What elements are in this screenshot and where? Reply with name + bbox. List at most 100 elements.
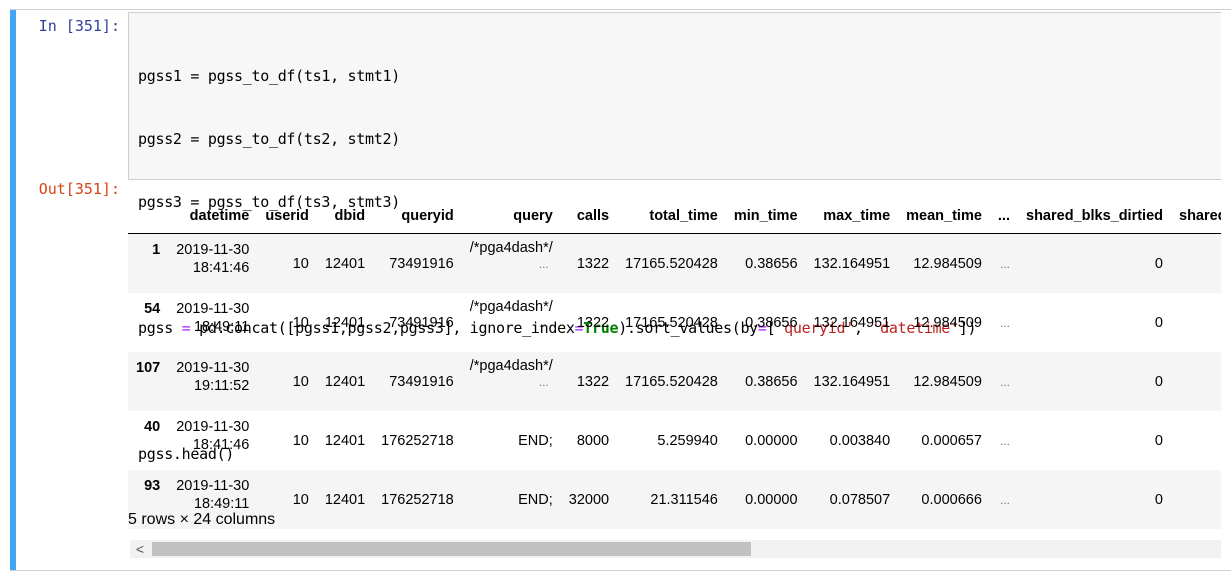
max-time-cell: 132.164951 [813, 314, 891, 331]
selected-cell-indicator [10, 10, 16, 570]
max-time-cell: 132.164951 [813, 255, 891, 272]
dbid-cell: 12401 [324, 314, 366, 331]
ellipsis-cell: ... [999, 492, 1010, 507]
calls-cell: 8000 [576, 432, 610, 449]
datetime-cell: 2019-11-30 19:11:52 [168, 352, 257, 411]
column-header: mean_time [906, 207, 982, 224]
query-truncation: ... [538, 375, 549, 389]
cell-bottom-border [10, 570, 1231, 571]
min-time-cell: 0.38656 [745, 314, 798, 331]
total-time-cell: 17165.520428 [625, 255, 718, 272]
column-header: max_time [823, 207, 891, 224]
datetime-cell: 2019-11-30 18:49:11 [168, 293, 257, 352]
query-text: /*pga4dash*/ [469, 299, 553, 315]
max-time-cell: 0.003840 [829, 432, 891, 449]
shared-blks-dirtied-cell: 0 [1154, 255, 1163, 272]
date-text: 2019-11-30 [176, 360, 250, 376]
table-row: 93 2019-11-30 18:49:11 10 12401 176252718 END;… [128, 470, 1221, 529]
mean-time-cell: 12.984509 [913, 373, 982, 390]
min-time-cell: 0.38656 [745, 255, 798, 272]
query-truncation: ... [538, 316, 549, 330]
code-line: pgss1 = pgss_to_df(ts1, stmt1) [138, 67, 400, 85]
column-header: queryid [401, 207, 454, 224]
query-text: /*pga4dash*/ [469, 240, 553, 256]
queryid-cell: 73491916 [389, 373, 454, 390]
max-time-cell: 132.164951 [813, 373, 891, 390]
dbid-cell: 12401 [324, 491, 366, 508]
calls-cell: 1322 [576, 373, 610, 390]
column-header: userid [265, 207, 309, 224]
calls-cell: 1322 [576, 314, 610, 331]
time-text: 18:49:11 [193, 319, 250, 335]
datetime-cell: 2019-11-30 18:41:46 [168, 411, 257, 470]
table-summary: 5 rows × 24 columns [128, 511, 276, 528]
output-prompt: Out[351]: [38, 180, 120, 198]
time-text: 18:41:46 [192, 437, 250, 453]
min-time-cell: 0.38656 [745, 373, 798, 390]
mean-time-cell: 0.000657 [921, 432, 982, 449]
column-header: query [513, 207, 553, 224]
code-editor[interactable]: pgss1 = pgss_to_df(ts1, stmt1) pgss2 = p… [128, 12, 1221, 463]
code-line: pgss2 = pgss_to_df(ts2, stmt2) [138, 130, 400, 148]
dbid-cell: 12401 [324, 373, 366, 390]
userid-cell: 10 [292, 314, 309, 331]
column-header: total_time [649, 207, 718, 224]
row-index: 54 [144, 301, 161, 317]
ellipsis-cell: ... [999, 433, 1010, 448]
column-header: min_time [733, 207, 798, 224]
table-row: 1 2019-11-30 18:41:46 10 12401 73491916 /*pga4… [128, 233, 1221, 294]
column-header [128, 198, 168, 234]
time-text: 19:11:52 [193, 378, 250, 394]
column-header: shared_ [1179, 207, 1221, 224]
min-time-cell: 0.00000 [745, 432, 798, 449]
dbid-cell: 12401 [324, 255, 366, 272]
column-header: shared_blks_dirtied [1026, 207, 1163, 224]
truncated-column-cell [1171, 411, 1221, 470]
mean-time-cell: 0.000666 [921, 491, 982, 508]
userid-cell: 10 [292, 255, 309, 272]
shared-blks-dirtied-cell: 0 [1154, 314, 1163, 331]
total-time-cell: 17165.520428 [625, 373, 718, 390]
dataframe-table: datetime userid dbid queryid query calls total… [128, 198, 1221, 529]
table-row: 54 2019-11-30 18:49:11 10 12401 73491916 /*pga… [128, 293, 1221, 352]
horizontal-scrollbar[interactable]: < [130, 540, 1221, 558]
min-time-cell: 0.00000 [745, 491, 798, 508]
shared-blks-dirtied-cell: 0 [1154, 491, 1163, 508]
mean-time-cell: 12.984509 [913, 314, 982, 331]
shared-blks-dirtied-cell: 0 [1154, 373, 1163, 390]
input-prompt: In [351]: [38, 17, 120, 35]
calls-cell: 1322 [576, 255, 610, 272]
total-time-cell: 17165.520428 [625, 314, 718, 331]
query-truncation: ... [538, 257, 549, 271]
column-header: ... [997, 207, 1010, 224]
query-text: /*pga4dash*/ [469, 358, 553, 374]
truncated-column-cell [1171, 470, 1221, 529]
truncated-column-cell [1171, 234, 1221, 294]
query-cell: /*pga4dash*/... [462, 352, 561, 411]
date-text: 2019-11-30 [176, 478, 250, 494]
table-row: 107 2019-11-30 19:11:52 10 12401 73491916 /*pg… [128, 352, 1221, 411]
ellipsis-cell: ... [999, 256, 1010, 271]
ellipsis-cell: ... [999, 315, 1010, 330]
header-row: datetime userid dbid queryid query calls total… [128, 198, 1221, 234]
chevron-left-icon[interactable]: < [130, 540, 150, 558]
column-header: datetime [189, 207, 250, 224]
table-row: 40 2019-11-30 18:41:46 10 12401 176252718 END;… [128, 411, 1221, 470]
row-index: 107 [136, 360, 161, 376]
queryid-cell: 176252718 [381, 491, 454, 508]
time-text: 18:41:46 [192, 260, 250, 276]
output-area: datetime userid dbid queryid query calls total… [128, 190, 1221, 560]
date-text: 2019-11-30 [176, 419, 250, 435]
max-time-cell: 0.078507 [829, 491, 891, 508]
row-index: 40 [144, 419, 161, 435]
dbid-cell: 12401 [324, 432, 366, 449]
shared-blks-dirtied-cell: 0 [1154, 432, 1163, 449]
scrollbar-thumb[interactable] [152, 542, 751, 556]
query-cell: /*pga4dash*/... [462, 234, 561, 294]
truncated-column-cell [1171, 293, 1221, 352]
queryid-cell: 176252718 [381, 432, 454, 449]
table-header: datetime userid dbid queryid query calls total… [128, 198, 1221, 234]
query-cell: END; [518, 491, 553, 508]
mean-time-cell: 12.984509 [913, 255, 982, 272]
table-body: 1 2019-11-30 18:41:46 10 12401 73491916 /*pga4… [128, 233, 1221, 529]
